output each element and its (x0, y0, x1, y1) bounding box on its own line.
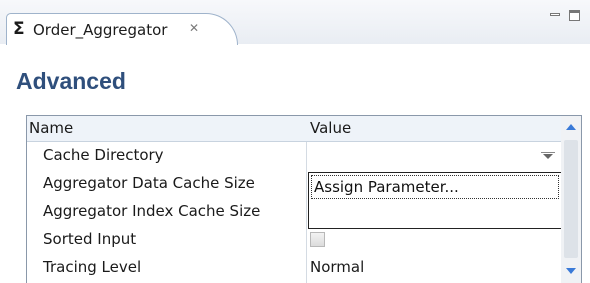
table-row[interactable]: Cache Directory (27, 142, 561, 170)
assign-parameter-menu-item[interactable]: Assign Parameter... (311, 175, 559, 199)
sorted-input-checkbox[interactable] (310, 232, 325, 247)
column-header-value[interactable]: Value (310, 119, 351, 137)
chevron-down-icon[interactable] (543, 154, 553, 159)
properties-table: Name Value Cache Directory Aggregator Da… (26, 115, 582, 283)
section-title: Advanced (16, 68, 126, 94)
table-row[interactable]: Sorted Input (27, 226, 561, 254)
table-row[interactable]: Tracing Level Normal (27, 254, 561, 282)
editor-tab-bar: Σ Order_Aggregator ✕ (0, 0, 590, 45)
property-name: Aggregator Index Cache Size (43, 202, 261, 220)
scroll-up-icon[interactable] (566, 124, 576, 130)
vertical-scrollbar[interactable] (561, 116, 581, 283)
maximize-icon[interactable] (569, 10, 580, 21)
property-name: Sorted Input (43, 230, 137, 248)
table-header: Name Value (27, 116, 581, 142)
scroll-down-icon[interactable] (566, 268, 576, 274)
parameter-popup-menu: Assign Parameter... (308, 172, 562, 229)
property-name: Cache Directory (43, 146, 164, 164)
property-name: Aggregator Data Cache Size (43, 174, 255, 192)
tab-title: Order_Aggregator (33, 21, 168, 39)
close-icon[interactable]: ✕ (189, 21, 199, 35)
editor-tab[interactable]: Σ Order_Aggregator ✕ (6, 13, 238, 45)
column-header-name[interactable]: Name (29, 119, 73, 137)
sigma-icon: Σ (13, 19, 25, 39)
scroll-thumb[interactable] (564, 140, 578, 258)
minimize-icon[interactable] (550, 13, 560, 16)
property-name: Tracing Level (43, 258, 142, 276)
dropdown-divider (541, 152, 555, 153)
property-value[interactable]: Normal (310, 258, 364, 276)
